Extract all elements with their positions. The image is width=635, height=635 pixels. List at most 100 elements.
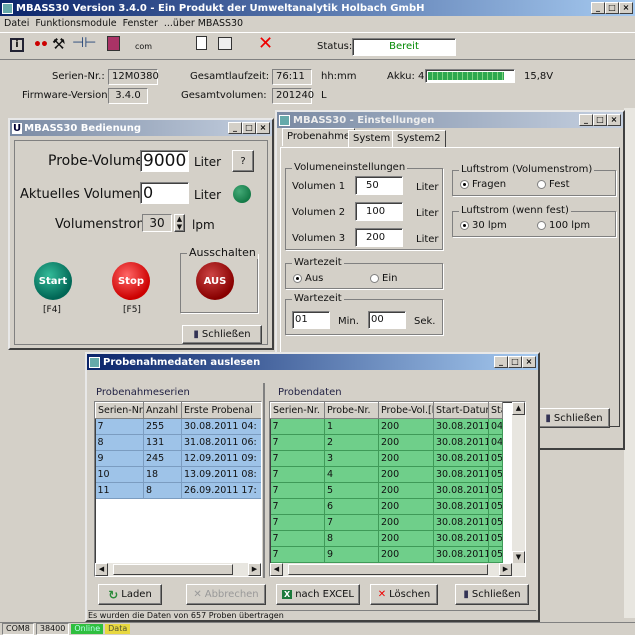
- bedienung-minimize[interactable]: _: [228, 122, 242, 134]
- serien-row[interactable]: 8 131 31.08.2011 06:: [95, 434, 261, 451]
- chart-icon[interactable]: ⊣⊢: [72, 35, 96, 51]
- bedienung-maximize[interactable]: □: [242, 122, 256, 134]
- probe-row[interactable]: 7120030.08.201104:: [270, 418, 503, 435]
- serien-row[interactable]: 7 255 30.08.2011 04:: [95, 418, 261, 435]
- volumen1-label: Volumen 1: [292, 181, 346, 192]
- probendaten-minimize[interactable]: _: [494, 356, 508, 368]
- bedienung-close[interactable]: ×: [256, 122, 270, 134]
- probe-row[interactable]: 7720030.08.201105:: [270, 514, 503, 531]
- close-button[interactable]: ×: [619, 2, 633, 14]
- probe-row[interactable]: 7420030.08.201105:: [270, 466, 503, 483]
- volumen2-input[interactable]: 100: [355, 202, 403, 221]
- probendaten-close-label: Schließen: [471, 589, 521, 600]
- serien-row[interactable]: 10 18 13.09.2011 08:: [95, 466, 261, 483]
- stop-x-icon[interactable]: ✕: [258, 33, 273, 54]
- radio-ein[interactable]: Ein: [370, 273, 397, 284]
- probe-cell: 7: [270, 450, 325, 467]
- probe-volumen-input[interactable]: 9000: [140, 150, 189, 172]
- abbrechen-button[interactable]: ✕ Abbrechen: [186, 584, 266, 605]
- menu-datei[interactable]: Datei: [4, 18, 29, 29]
- app-title: MBASS30 Version 3.4.0 - Ein Produkt der …: [16, 2, 425, 14]
- start-button[interactable]: Start: [34, 262, 72, 300]
- minimize-button[interactable]: _: [591, 2, 605, 14]
- col-probe-vol[interactable]: Probe-Vol.[l: [378, 402, 434, 419]
- volumen1-input[interactable]: 50: [355, 176, 403, 195]
- einstellungen-minimize[interactable]: _: [579, 114, 593, 126]
- radio-30lpm[interactable]: 30 lpm: [460, 220, 507, 231]
- col-anzahl[interactable]: Anzahl: [143, 402, 182, 419]
- probe-row[interactable]: 7520030.08.201105:: [270, 482, 503, 499]
- probendaten-maximize[interactable]: □: [508, 356, 522, 368]
- splitter[interactable]: [263, 383, 265, 578]
- col-erste-probe[interactable]: Erste Probenal: [181, 402, 261, 419]
- probendaten-vscroll[interactable]: ▲ ▼: [512, 402, 525, 564]
- einstellungen-maximize[interactable]: □: [593, 114, 607, 126]
- probe-row[interactable]: 7320030.08.201105:: [270, 450, 503, 467]
- menu-fenster[interactable]: Fenster: [123, 18, 158, 29]
- abbrechen-label: Abbrechen: [204, 589, 259, 600]
- bedienung-close-button[interactable]: ▮ Schließen: [182, 325, 262, 344]
- serien-cell: 11: [95, 482, 144, 499]
- einstellungen-close-button[interactable]: ▮ Schließen: [538, 408, 610, 428]
- help-button[interactable]: ?: [232, 150, 254, 172]
- probe-row[interactable]: 7920030.08.201105:: [270, 546, 503, 563]
- col-serien-nr[interactable]: Serien-Nr.: [95, 402, 144, 419]
- document-icon[interactable]: [196, 36, 207, 50]
- radio-aus[interactable]: Aus: [293, 273, 323, 284]
- probe-row[interactable]: 7620030.08.201105:: [270, 498, 503, 515]
- minuten-input[interactable]: 01: [292, 311, 330, 329]
- radio-100lpm[interactable]: 100 lpm: [537, 220, 590, 231]
- tab-probenahme[interactable]: Probenahme: [282, 128, 356, 146]
- radio-fest-label: Fest: [549, 179, 570, 190]
- probe-cell: 5: [324, 482, 379, 499]
- serien-hscroll[interactable]: ◀ ▶: [95, 563, 261, 576]
- probendaten-hscroll[interactable]: ◀ ▶: [270, 563, 525, 576]
- menu-ueber[interactable]: ...über MBASS30: [164, 18, 243, 29]
- loeschen-button[interactable]: ✕ Löschen: [370, 584, 438, 605]
- probe-cell: 200: [378, 450, 434, 467]
- sekunden-input[interactable]: 00: [368, 311, 406, 329]
- status-online: Online: [71, 624, 104, 634]
- aus-button[interactable]: AUS: [196, 262, 234, 300]
- serien-row[interactable]: 9 245 12.09.2011 09:: [95, 450, 261, 467]
- wrench-icon[interactable]: ⚒: [52, 35, 65, 53]
- volumen3-input[interactable]: 200: [355, 228, 403, 247]
- akku-bar: [425, 69, 515, 83]
- col-start-datum[interactable]: Start-Datum: [433, 402, 489, 419]
- status-port: COM8: [2, 623, 34, 635]
- info-icon[interactable]: i: [10, 38, 24, 52]
- probendaten-close-button[interactable]: ▮ Schließen: [455, 584, 529, 605]
- tab-system[interactable]: System: [348, 130, 396, 148]
- laden-button[interactable]: ↻ Laden: [98, 584, 162, 605]
- serien-row[interactable]: 11 8 26.09.2011 17:: [95, 482, 261, 499]
- col-probe-nr[interactable]: Probe-Nr.: [324, 402, 379, 419]
- excel-button[interactable]: Xnach EXCEL: [276, 584, 360, 605]
- print-icon[interactable]: [218, 37, 232, 50]
- probe-row[interactable]: 7220030.08.201104:: [270, 434, 503, 451]
- col-serien-nr-r[interactable]: Serien-Nr.: [270, 402, 325, 419]
- menu-funktionsmodule[interactable]: Funktionsmodule: [35, 18, 116, 29]
- memory-icon[interactable]: [107, 36, 120, 51]
- radio-fest[interactable]: Fest: [537, 179, 570, 190]
- laufzeit-unit: hh:mm: [321, 71, 357, 82]
- probe-cell: 8: [324, 530, 379, 547]
- com-button[interactable]: com: [135, 42, 152, 51]
- sekunden-unit: Sek.: [414, 316, 436, 327]
- radio-30lpm-label: 30 lpm: [472, 220, 507, 231]
- maximize-button[interactable]: □: [605, 2, 619, 14]
- main-scrollbar[interactable]: [624, 108, 635, 618]
- einstellungen-close[interactable]: ×: [607, 114, 621, 126]
- door-icon: ▮: [545, 412, 551, 424]
- probe-cell: 05:: [488, 546, 503, 563]
- probe-cell: 7: [270, 546, 325, 563]
- stop-button[interactable]: Stop: [112, 262, 150, 300]
- probendaten-close[interactable]: ×: [522, 356, 536, 368]
- probe-row[interactable]: 7820030.08.201105:: [270, 530, 503, 547]
- tab-system2[interactable]: System2: [392, 130, 446, 148]
- probendaten-title: Probenahmedaten auslesen: [103, 356, 261, 368]
- col-start-zeit[interactable]: Sta: [488, 402, 503, 419]
- volumenstrom-spinner[interactable]: ▲ ▼: [174, 214, 185, 232]
- connect-icon[interactable]: ••: [33, 37, 49, 53]
- start-shortcut: [F4]: [43, 305, 61, 315]
- radio-fragen[interactable]: Fragen: [460, 179, 506, 190]
